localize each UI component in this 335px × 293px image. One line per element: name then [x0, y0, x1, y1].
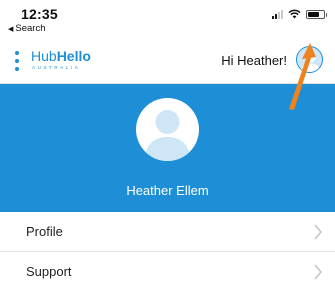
- back-to-app-link[interactable]: ◀ Search: [8, 23, 46, 34]
- signal-bar: [272, 16, 274, 19]
- status-icons: [272, 9, 327, 19]
- battery-fill: [308, 11, 319, 17]
- logo-word-bold: Hello: [56, 48, 91, 64]
- arrow-shaft: [289, 55, 312, 110]
- menu-item-label: Profile: [26, 224, 63, 239]
- chevron-right-icon: [314, 264, 322, 280]
- menu-dot: [15, 59, 19, 63]
- profile-avatar[interactable]: [136, 98, 199, 161]
- signal-bar: [275, 14, 277, 19]
- back-triangle-icon: ◀: [8, 26, 14, 33]
- menu-item-label: Support: [26, 264, 72, 279]
- signal-icon: [272, 9, 283, 19]
- logo-word-regular: Hub: [31, 48, 57, 64]
- menu-dot: [15, 67, 19, 71]
- menu-dot: [15, 51, 19, 55]
- status-time: 12:35: [21, 6, 58, 22]
- annotation-arrow-icon: [289, 43, 316, 110]
- back-app-label: Search: [15, 23, 46, 34]
- logo-subtitle: AUSTRALIA: [32, 65, 81, 70]
- wifi-icon: [288, 9, 301, 19]
- profile-menu-list: Profile Support: [0, 212, 335, 293]
- profile-user-name: Heather Ellem: [126, 183, 209, 198]
- menu-item-support[interactable]: Support: [0, 252, 335, 293]
- avatar-silhouette-icon: [144, 110, 191, 161]
- status-bar: 12:35 ◀ Search: [0, 0, 335, 38]
- logo-wordmark: HubHello: [31, 49, 91, 63]
- battery-icon: [306, 9, 327, 19]
- signal-bar: [278, 12, 280, 19]
- menu-item-profile[interactable]: Profile: [0, 212, 335, 252]
- signal-bar: [281, 10, 283, 19]
- kebab-menu-icon[interactable]: [14, 51, 20, 71]
- hubhello-logo: HubHello AUSTRALIA: [31, 49, 91, 70]
- chevron-right-icon: [314, 224, 322, 240]
